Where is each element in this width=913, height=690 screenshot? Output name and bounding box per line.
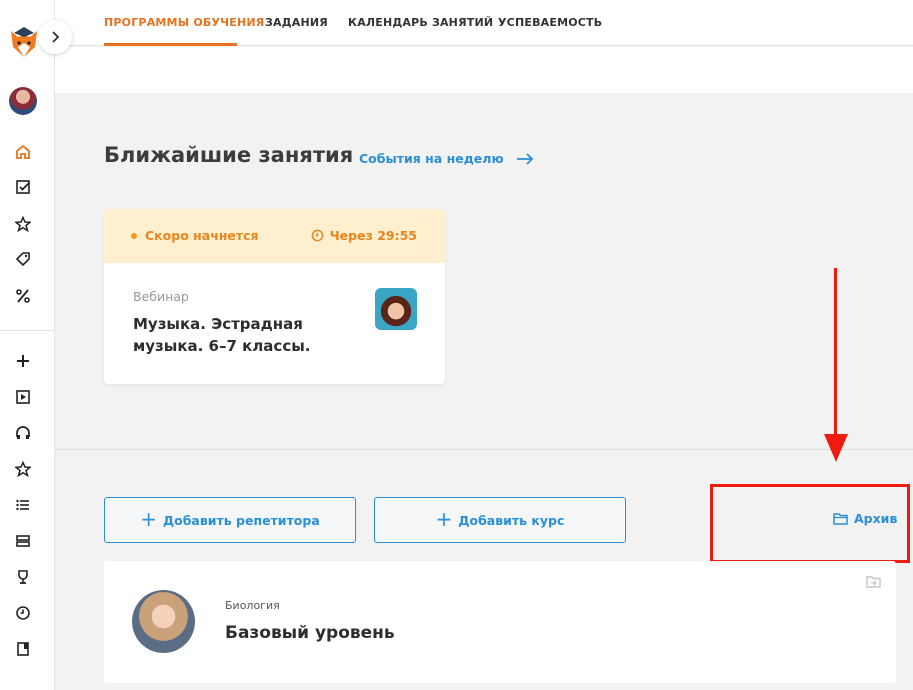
clock-icon	[311, 229, 323, 242]
lesson-timer: Через 29:55	[311, 228, 417, 243]
percent-icon[interactable]	[12, 285, 34, 307]
sidebar	[0, 0, 55, 690]
tag-icon[interactable]	[12, 248, 34, 270]
header-band	[55, 47, 913, 93]
tab-progress[interactable]: УСПЕВАЕМОСТЬ	[498, 16, 602, 29]
clock-icon[interactable]	[12, 602, 34, 624]
star-outline-icon[interactable]	[12, 458, 34, 480]
tutor-avatar	[132, 590, 195, 653]
user-avatar[interactable]	[9, 87, 37, 115]
sidebar-expand-button[interactable]	[38, 20, 72, 54]
lesson-status: Скоро начнется	[131, 228, 259, 243]
tab-programs[interactable]: ПРОГРАММЫ ОБУЧЕНИЯ	[104, 16, 264, 29]
status-dot-icon	[131, 232, 137, 239]
course-title: Базовый уровень	[225, 623, 395, 643]
highlight-box	[710, 484, 910, 563]
trophy-icon[interactable]	[12, 566, 34, 588]
highlight-arrow	[834, 268, 837, 436]
book-icon[interactable]	[12, 638, 34, 660]
section-title: Ближайшие занятия	[104, 143, 354, 167]
headphones-icon[interactable]	[12, 422, 34, 444]
move-to-archive-icon[interactable]	[866, 575, 881, 588]
tasks-check-icon[interactable]	[12, 176, 34, 198]
week-events-link[interactable]: События на неделю	[359, 151, 534, 166]
plus-icon[interactable]	[12, 350, 34, 372]
plus-icon: +	[435, 507, 453, 531]
list-icon[interactable]	[12, 494, 34, 516]
course-subject: Биология	[225, 599, 280, 612]
lesson-card[interactable]: Скоро начнется Через 29:55 Вебинар Музык…	[104, 209, 445, 384]
lesson-card-header: Скоро начнется Через 29:55	[104, 209, 445, 263]
active-tab-indicator	[104, 43, 237, 46]
lesson-timer-label: Через 29:55	[329, 228, 417, 243]
lesson-title: Музыка. Эстрадная музыка. 6–7 классы.	[133, 315, 311, 355]
week-events-link-label: События на неделю	[359, 151, 504, 166]
play-icon[interactable]	[12, 386, 34, 408]
fox-logo-icon[interactable]	[9, 25, 39, 59]
lesson-status-label: Скоро начнется	[145, 228, 259, 243]
add-course-label: Добавить курс	[458, 512, 565, 528]
arrow-right-icon	[516, 152, 533, 165]
add-tutor-button[interactable]: + Добавить репетитора	[104, 497, 356, 543]
plus-icon: +	[140, 507, 157, 531]
lesson-type: Вебинар	[133, 289, 189, 304]
highlight-arrow-head	[824, 434, 848, 462]
tab-calendar[interactable]: КАЛЕНДАРЬ ЗАНЯТИЙ	[348, 16, 493, 29]
top-navigation: ПРОГРАММЫ ОБУЧЕНИЯ ЗАДАНИЯ КАЛЕНДАРЬ ЗАН…	[55, 0, 913, 46]
add-course-button[interactable]: + Добавить курс	[374, 497, 626, 543]
sidebar-divider	[0, 330, 55, 331]
home-icon[interactable]	[12, 141, 34, 163]
tab-assignments[interactable]: ЗАДАНИЯ	[265, 16, 328, 29]
layers-icon[interactable]	[12, 530, 34, 552]
star-icon[interactable]	[12, 213, 34, 235]
chevron-right-icon	[52, 31, 60, 43]
section-divider	[55, 449, 913, 450]
course-card[interactable]: Биология Базовый уровень	[104, 561, 896, 683]
teacher-avatar	[375, 288, 417, 330]
add-tutor-label: Добавить репетитора	[162, 512, 320, 528]
